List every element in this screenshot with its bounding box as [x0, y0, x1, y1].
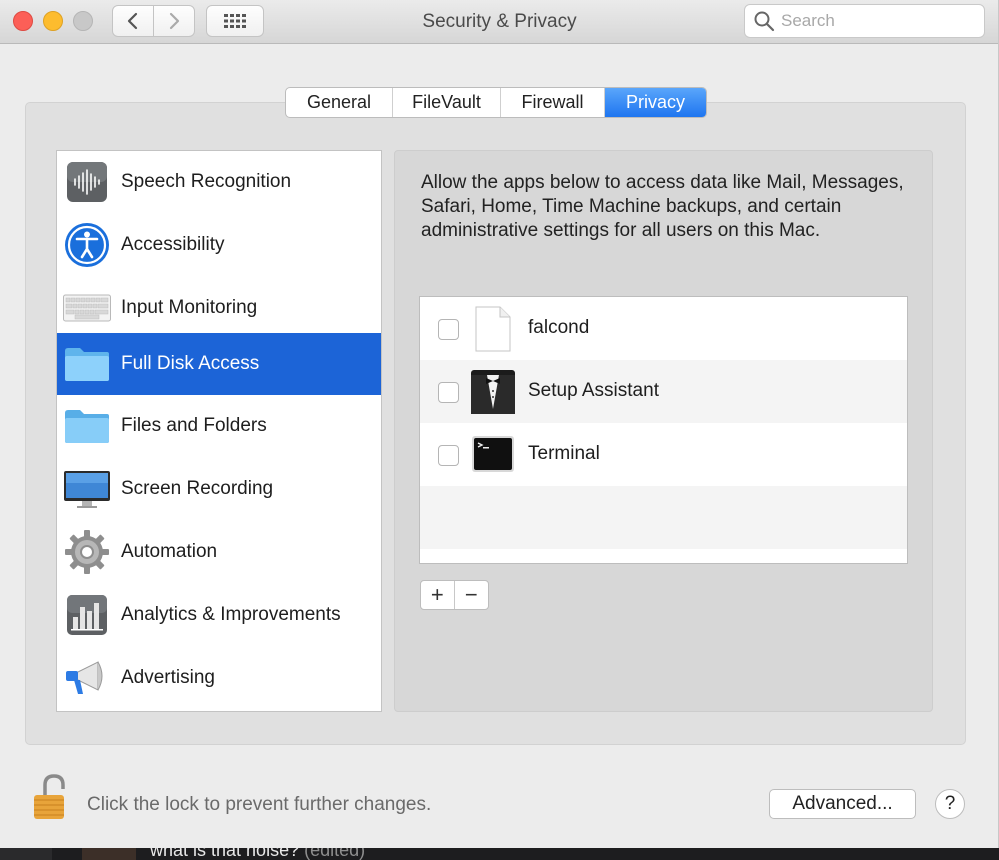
avatar	[82, 848, 136, 860]
category-automation[interactable]: Automation	[57, 521, 381, 583]
category-speech-recognition[interactable]: Speech Recognition	[57, 151, 381, 213]
bar-chart-icon	[63, 591, 111, 639]
folder-icon	[63, 340, 111, 388]
keyboard-icon	[63, 284, 111, 332]
background-chat-strip: what is that noise? (edited)	[0, 848, 999, 860]
security-privacy-window: Security & Privacy Search General FileVa…	[0, 0, 999, 848]
speech-recognition-icon	[63, 158, 111, 206]
lock-status-text: Click the lock to prevent further change…	[87, 794, 432, 815]
background-sidebar	[0, 848, 52, 860]
search-icon	[754, 11, 775, 32]
app-row-falcond[interactable]: falcond	[420, 297, 907, 360]
gear-icon	[63, 528, 111, 576]
edited-label: (edited)	[304, 848, 366, 860]
category-input-monitoring[interactable]: Input Monitoring	[57, 277, 381, 339]
tuxedo-icon	[470, 369, 516, 415]
tab-bar: General FileVault Firewall Privacy	[285, 87, 707, 118]
category-label: Analytics & Improvements	[121, 604, 341, 625]
app-row-terminal[interactable]: Terminal	[420, 423, 907, 486]
accessibility-icon	[63, 221, 111, 269]
category-label: Screen Recording	[121, 478, 274, 499]
pane-description: Allow the apps below to access data like…	[421, 172, 904, 241]
advanced-button[interactable]: Advanced...	[769, 789, 916, 819]
privacy-category-list: Speech Recognition Accessibility Input M…	[56, 150, 382, 712]
megaphone-icon	[63, 654, 111, 702]
app-name: Terminal	[528, 443, 600, 464]
category-accessibility[interactable]: Accessibility	[57, 214, 381, 276]
category-files-and-folders[interactable]: Files and Folders	[57, 395, 381, 457]
chat-message-text: what is that noise?	[150, 848, 300, 860]
category-label: Full Disk Access	[121, 353, 260, 374]
category-screen-recording[interactable]: Screen Recording	[57, 458, 381, 520]
folder-icon	[63, 402, 111, 450]
terminal-icon	[470, 432, 516, 478]
lock-icon[interactable]	[31, 773, 71, 821]
tab-filevault[interactable]: FileVault	[393, 88, 501, 117]
help-button[interactable]: ?	[935, 789, 965, 819]
app-checkbox[interactable]	[438, 445, 459, 466]
category-full-disk-access[interactable]: Full Disk Access	[57, 333, 381, 395]
search-placeholder: Search	[781, 11, 835, 30]
category-label: Speech Recognition	[121, 171, 292, 192]
search-field[interactable]: Search	[744, 4, 985, 38]
chat-message: what is that noise? (edited)	[150, 848, 365, 860]
display-icon	[63, 465, 111, 513]
add-app-button[interactable]: +	[421, 581, 455, 609]
category-label: Input Monitoring	[121, 297, 258, 318]
add-remove-control: + −	[420, 580, 489, 610]
category-label: Files and Folders	[121, 415, 267, 436]
app-checkbox[interactable]	[438, 319, 459, 340]
app-list: falcond Setup Assistant Terminal	[419, 296, 908, 564]
document-icon	[470, 306, 516, 352]
category-label: Advertising	[121, 667, 215, 688]
category-label: Automation	[121, 541, 218, 562]
tab-general[interactable]: General	[286, 88, 393, 117]
category-advertising[interactable]: Advertising	[57, 647, 381, 709]
app-name: falcond	[528, 317, 590, 338]
tab-privacy[interactable]: Privacy	[605, 88, 706, 117]
app-checkbox[interactable]	[438, 382, 459, 403]
app-row-setup-assistant[interactable]: Setup Assistant	[420, 360, 907, 423]
app-name: Setup Assistant	[528, 380, 659, 401]
remove-app-button[interactable]: −	[455, 581, 489, 609]
tab-firewall[interactable]: Firewall	[501, 88, 605, 117]
category-analytics-improvements[interactable]: Analytics & Improvements	[57, 584, 381, 646]
category-label: Accessibility	[121, 234, 225, 255]
title-bar: Security & Privacy Search	[0, 0, 998, 44]
empty-row	[420, 486, 907, 549]
